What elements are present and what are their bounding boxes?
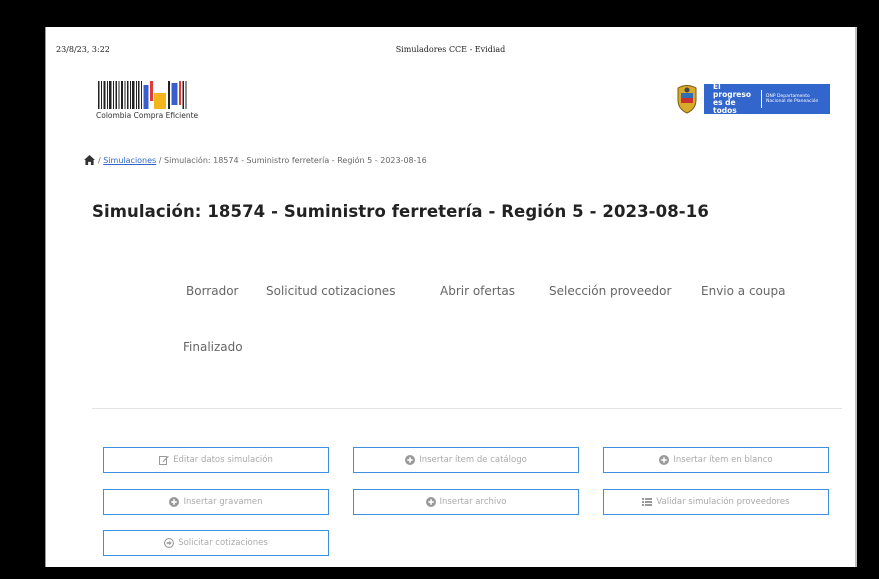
gov-sub-text: DNP Departamento Nacional de Planeación: [766, 94, 819, 104]
plus-circle-icon: [169, 497, 180, 507]
list-icon: [642, 498, 653, 506]
insert-blank-item-label: Insertar ítem en blanco: [673, 455, 773, 465]
insert-file-button[interactable]: Insertar archivo: [353, 489, 579, 515]
gov-banner[interactable]: El progreso es de todos DNP Departamento…: [674, 82, 830, 115]
printed-page: 23/8/23, 3:22 Simuladores CCE - Evidiad: [45, 27, 857, 567]
edit-simulation-label: Editar datos simulación: [173, 455, 273, 465]
breadcrumb-link-simulaciones[interactable]: Simulaciones: [103, 156, 156, 165]
insert-lien-label: Insertar gravamen: [183, 497, 263, 507]
cce-logo[interactable]: Colombia Compra Eficiente: [96, 81, 206, 121]
insert-catalog-item-label: Insertar ítem de catálogo: [419, 455, 527, 465]
breadcrumb-current: Simulación: 18574 - Suministro ferreterí…: [164, 155, 427, 165]
step-solicitud-cotizaciones[interactable]: Solicitud cotizaciones: [266, 284, 395, 298]
arrow-circle-icon: [164, 538, 175, 548]
validate-suppliers-button[interactable]: Validar simulación proveedores: [603, 489, 829, 515]
gov-main-text: El progreso es de todos: [713, 82, 751, 115]
section-divider: [92, 408, 842, 409]
request-quotes-label: Solicitar cotizaciones: [178, 538, 268, 548]
edit-simulation-button[interactable]: Editar datos simulación: [103, 447, 329, 473]
coat-of-arms-icon: [677, 85, 697, 114]
validate-suppliers-label: Validar simulación proveedores: [656, 497, 790, 507]
print-title: Simuladores CCE - Evidiad: [395, 45, 506, 54]
step-borrador[interactable]: Borrador: [186, 284, 238, 298]
insert-file-label: Insertar archivo: [439, 497, 507, 507]
step-abrir-ofertas[interactable]: Abrir ofertas: [440, 284, 515, 298]
insert-catalog-item-button[interactable]: Insertar ítem de catálogo: [353, 447, 579, 473]
request-quotes-button[interactable]: Solicitar cotizaciones: [103, 530, 329, 556]
step-seleccion-proveedor[interactable]: Selección proveedor: [549, 284, 671, 298]
barcode-logo-icon: [98, 81, 187, 109]
plus-circle-icon: [659, 455, 670, 465]
breadcrumb-separator: /: [158, 155, 162, 165]
gov-banner-box: El progreso es de todos DNP Departamento…: [704, 82, 830, 115]
insert-lien-button[interactable]: Insertar gravamen: [103, 489, 329, 515]
breadcrumb: / Simulaciones / Simulación: 18574 - Sum…: [84, 155, 427, 165]
home-icon[interactable]: [84, 155, 95, 165]
step-finalizado[interactable]: Finalizado: [183, 340, 243, 354]
page-title: Simulación: 18574 - Suministro ferreterí…: [92, 202, 709, 221]
insert-blank-item-button[interactable]: Insertar ítem en blanco: [603, 447, 829, 473]
step-envio-a-coupa[interactable]: Envio a coupa: [701, 284, 785, 298]
gov-divider: [761, 90, 762, 108]
logo-text: Colombia Compra Eficiente: [96, 111, 199, 120]
plus-circle-icon: [425, 497, 436, 507]
edit-icon: [159, 456, 169, 465]
breadcrumb-separator: /: [98, 155, 101, 165]
print-header: 23/8/23, 3:22 Simuladores CCE - Evidiad: [56, 45, 845, 59]
plus-circle-icon: [405, 455, 416, 465]
